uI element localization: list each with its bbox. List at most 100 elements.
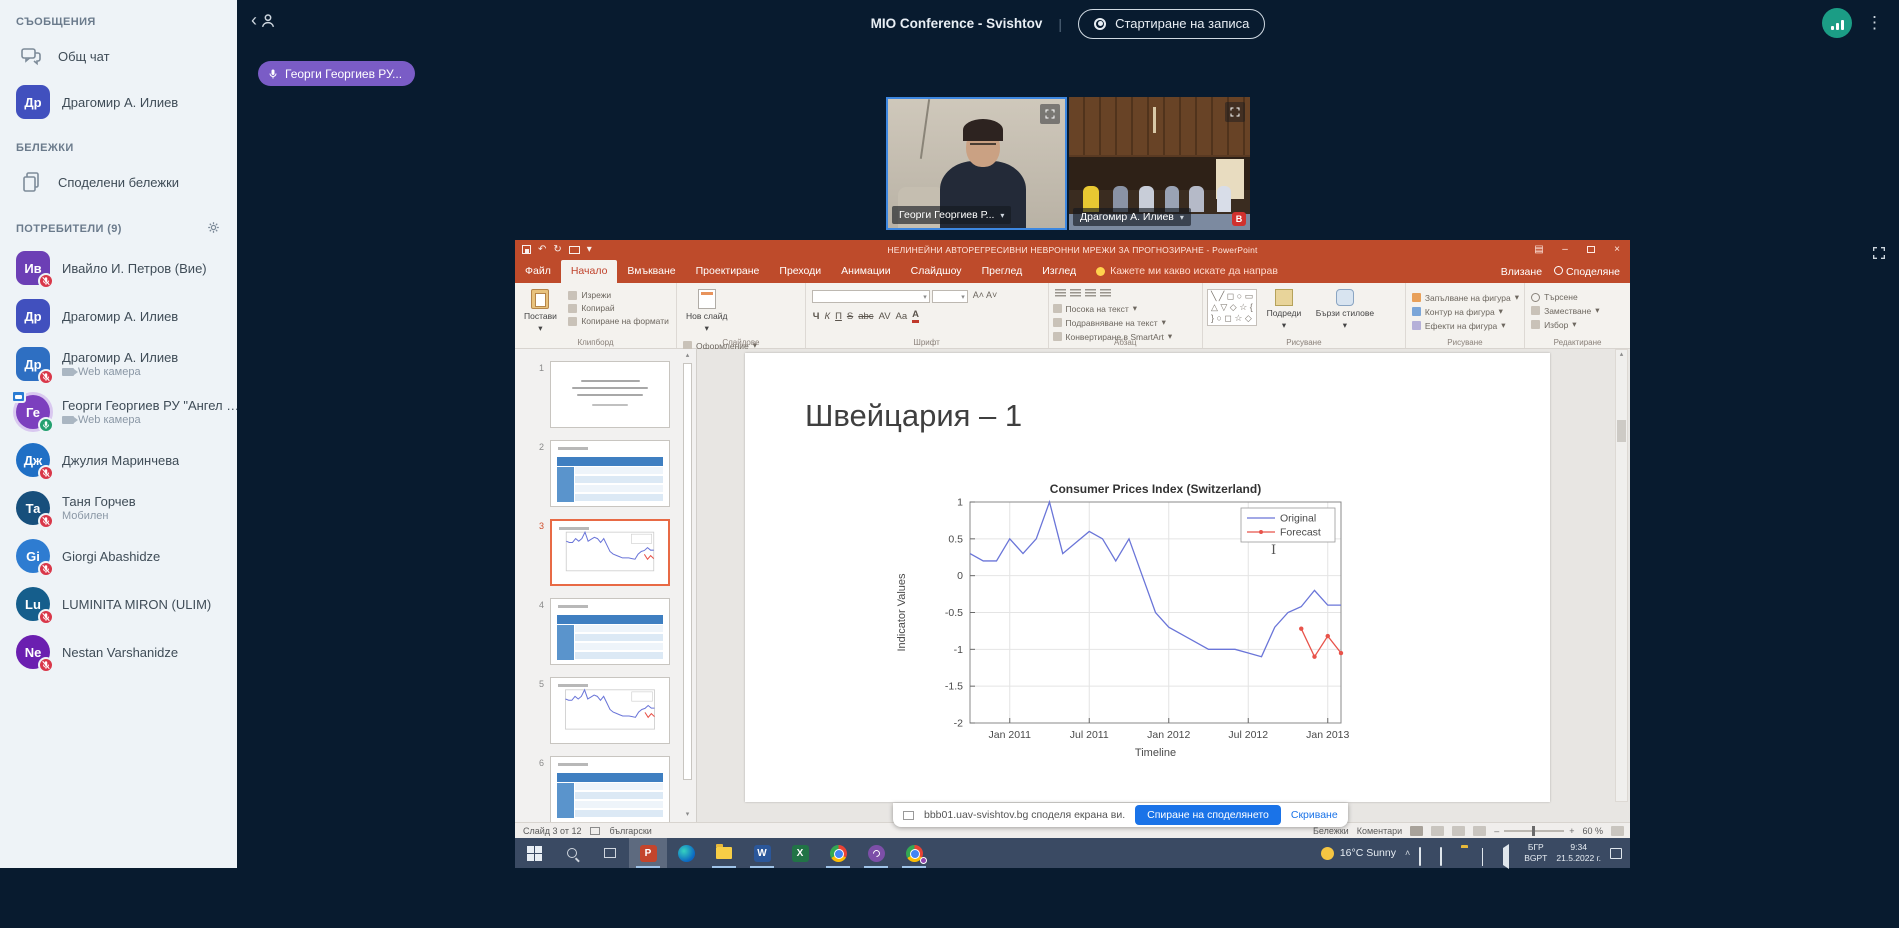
paste-button[interactable]: Постави▾	[519, 287, 562, 337]
taskbar-app-viber[interactable]	[857, 838, 895, 868]
network-tray-icon[interactable]	[1482, 848, 1494, 858]
thumbnails-scrollbar[interactable]: ▴ ▾	[682, 351, 693, 820]
user-list-item[interactable]: Lu LUMINITA MIRON (ULIM)	[0, 580, 237, 628]
taskbar-app-word[interactable]: W	[743, 838, 781, 868]
start-recording-button[interactable]: Стартиране на записа	[1078, 9, 1265, 39]
save-icon[interactable]	[522, 245, 531, 254]
users-settings-gear-icon[interactable]	[206, 220, 221, 238]
ppt-tab-Преходи[interactable]: Преходи	[769, 260, 831, 283]
user-list-item[interactable]: Дж Джулия Маринчева	[0, 436, 237, 484]
indent-icon[interactable]	[1085, 289, 1096, 298]
slide-thumbnail-2[interactable]	[550, 440, 670, 507]
sidebar-item-public-chat[interactable]: Общ чат	[0, 34, 237, 78]
comments-toggle[interactable]: Коментари	[1357, 826, 1402, 836]
select-button[interactable]: Избор▾	[1531, 319, 1599, 330]
qat-customize-icon[interactable]: ▾	[587, 244, 592, 255]
ribbon-display-options-button[interactable]: ▤	[1526, 240, 1552, 259]
arrange-button[interactable]: Подреди▾	[1262, 287, 1307, 333]
ppt-tab-Изглед[interactable]: Изглед	[1032, 260, 1086, 283]
font-style-button[interactable]: К	[824, 311, 830, 322]
ppt-tab-Анимации[interactable]: Анимации	[831, 260, 900, 283]
taskbar-app-excel[interactable]: X	[781, 838, 819, 868]
current-slide[interactable]: Швейцария – 1 Jan 2011 Jul 2011 Jan 2012…	[745, 353, 1550, 802]
ppt-tab-Начало[interactable]: Начало	[561, 260, 618, 283]
sidebar-item-chat-user[interactable]: Др Драгомир А. Илиев	[0, 78, 237, 126]
slide-sorter-view-button[interactable]	[1431, 826, 1444, 836]
talking-indicator[interactable]: Георги Георгиев РУ...	[258, 61, 415, 86]
redo-icon[interactable]: ↻	[553, 244, 561, 255]
scroll-up-arrow[interactable]: ▴	[1616, 350, 1627, 362]
close-button[interactable]: ×	[1604, 240, 1630, 259]
language-label[interactable]: български	[609, 826, 651, 836]
connection-status-icon[interactable]	[1822, 8, 1852, 38]
mic-tray-icon[interactable]	[1440, 848, 1452, 858]
keyboard-layout[interactable]: БГРBGPT	[1524, 842, 1547, 863]
ppt-tab-Проектиране[interactable]: Проектиране	[686, 260, 770, 283]
ppt-tab-Слайдшоу[interactable]: Слайдшоу	[901, 260, 972, 283]
scroll-down-arrow[interactable]: ▾	[682, 810, 693, 820]
sign-in-button[interactable]: Влизане	[1501, 266, 1542, 278]
slide-thumbnail-3[interactable]	[550, 519, 670, 586]
taskbar-app-chrome[interactable]	[819, 838, 857, 868]
tell-me-box[interactable]: Кажете ми какво искате да направ	[1086, 265, 1288, 283]
user-list-item[interactable]: Gi Giorgi Abashidze	[0, 532, 237, 580]
align-text-button[interactable]: Подравняване на текст▾	[1053, 317, 1173, 328]
fit-to-window-button[interactable]	[1611, 826, 1624, 836]
zoom-slider[interactable]: –+	[1494, 826, 1574, 836]
taskbar-app-edge[interactable]	[667, 838, 705, 868]
restore-button[interactable]	[1578, 240, 1604, 259]
slideshow-view-button[interactable]	[1473, 826, 1486, 836]
ppt-tab-Преглед[interactable]: Преглед	[972, 260, 1033, 283]
font-size-combo[interactable]: ▾	[932, 290, 968, 303]
ppt-tab-Файл[interactable]: Файл	[515, 260, 561, 283]
slide-thumbnail-1[interactable]	[550, 361, 670, 428]
ppt-tab-Вмъкване[interactable]: Вмъкване	[617, 260, 685, 283]
shape-fill-button[interactable]: Запълване на фигура▾	[1412, 292, 1519, 303]
font-style-button[interactable]: S	[847, 311, 853, 322]
weather-widget[interactable]: 16°C Sunny	[1321, 847, 1396, 860]
undo-icon[interactable]: ↶	[538, 244, 546, 255]
options-kebab-menu[interactable]: ⋮	[1862, 11, 1887, 35]
taskbar-app-powerpoint[interactable]: P	[629, 838, 667, 868]
start-button[interactable]	[515, 838, 553, 868]
user-list-item[interactable]: Др Драгомир А. Илиев	[0, 292, 237, 340]
user-list-item[interactable]: Ne Nestan Varshanidze	[0, 628, 237, 676]
font-style-button[interactable]: abc	[858, 311, 873, 322]
sidebar-item-shared-notes[interactable]: Споделени бележки	[0, 160, 237, 204]
replace-button[interactable]: Заместване▾	[1531, 305, 1599, 316]
slide-scrollbar[interactable]: ▴	[1615, 349, 1628, 802]
user-list-item[interactable]: Др Драгомир А. ИлиевWeb камера	[0, 340, 237, 388]
reading-view-button[interactable]	[1452, 826, 1465, 836]
user-list-item[interactable]: Ге Георги Георгиев РУ "Ангел Кънч…Web ка…	[0, 388, 237, 436]
scroll-up-arrow[interactable]: ▴	[682, 351, 693, 361]
webcam-fullscreen-icon[interactable]	[1225, 102, 1245, 122]
user-list-item[interactable]: Ив Ивайло И. Петров (Вие)	[0, 244, 237, 292]
cpi-switzerland-chart[interactable]: Jan 2011 Jul 2011 Jan 2012 Jul 2012 Jan …	[890, 480, 1350, 760]
clock[interactable]: 9:3421.5.2022 г.	[1556, 842, 1601, 863]
taskbar-app-chrome-profile[interactable]	[895, 838, 933, 868]
presentation-fullscreen-button[interactable]	[1871, 245, 1887, 266]
line-spacing-icon[interactable]	[1100, 289, 1111, 298]
slideshow-icon[interactable]	[569, 246, 580, 254]
taskbar-app-explorer[interactable]	[705, 838, 743, 868]
slide-thumbnail-5[interactable]	[550, 677, 670, 744]
quick-styles-button[interactable]: Бързи стилове▾	[1311, 287, 1379, 333]
webcam-tile-georgi[interactable]: Георги Георгиев Р...▾	[886, 97, 1067, 230]
zoom-level[interactable]: 60 %	[1582, 826, 1603, 836]
format-painter-button[interactable]: Копиране на формати	[568, 316, 669, 326]
webcam-name-label[interactable]: Драгомир А. Илиев▾	[1073, 208, 1191, 226]
stop-sharing-button[interactable]: Спиране на споделянето	[1135, 805, 1281, 825]
shape-outline-button[interactable]: Контур на фигура▾	[1412, 306, 1519, 317]
volume-tray-icon[interactable]	[1503, 848, 1515, 858]
text-direction-button[interactable]: Посока на текст▾	[1053, 303, 1173, 314]
shapes-gallery[interactable]: ╲ ╱ ◻ ○ ▭△ ▽ ◇ ☆ {} ○ ◻ ☆ ◇	[1207, 289, 1257, 326]
task-view-button[interactable]	[591, 838, 629, 868]
webcam-tile-dragomir[interactable]: Драгомир А. Илиев▾ B	[1069, 97, 1250, 230]
shape-effects-button[interactable]: Ефекти на фигура▾	[1412, 320, 1519, 331]
slide-thumbnail-4[interactable]	[550, 598, 670, 665]
font-style-button[interactable]: AV	[879, 311, 891, 322]
font-style-button[interactable]: Aa	[896, 311, 908, 322]
folder-tray-icon[interactable]	[1461, 848, 1473, 858]
copy-button[interactable]: Копирай	[568, 303, 669, 313]
slide-thumbnail-6[interactable]	[550, 756, 670, 822]
